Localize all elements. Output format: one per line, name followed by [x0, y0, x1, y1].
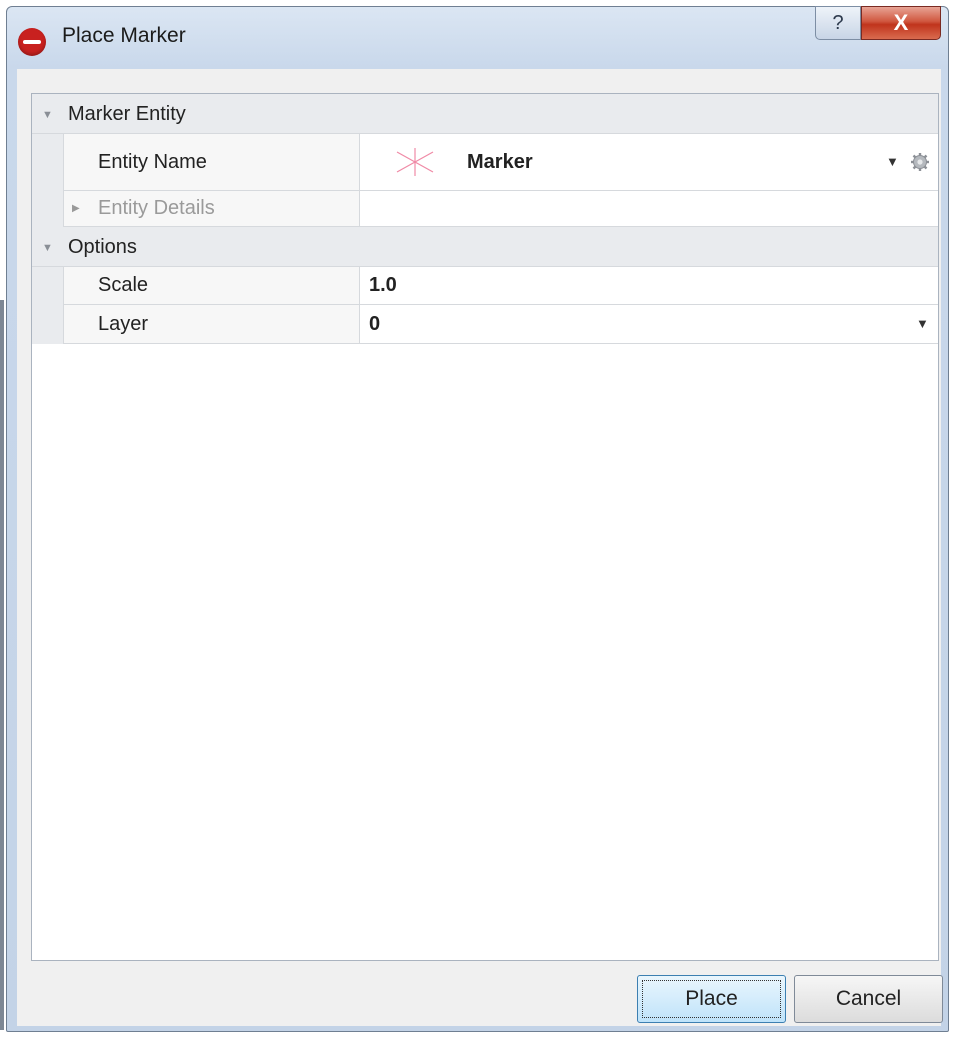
layer-value-select[interactable]: 0 [369, 305, 380, 343]
category-options[interactable]: ▼ Options [32, 227, 938, 267]
entity-details-label: Entity Details [98, 197, 215, 219]
help-button[interactable]: ? [815, 6, 861, 40]
row-gutter [32, 267, 63, 305]
cancel-button[interactable]: Cancel [794, 975, 943, 1023]
category-marker-entity[interactable]: ▼ Marker Entity [32, 94, 938, 134]
cancel-button-label: Cancel [835, 987, 902, 1010]
property-row-entity-name[interactable]: Entity Name Marker ▼ [32, 134, 938, 191]
row-gutter [32, 191, 63, 227]
collapse-triangle-icon[interactable]: ▼ [42, 227, 53, 269]
app-logo-icon [18, 28, 46, 56]
entity-name-label: Entity Name [98, 151, 207, 173]
row-gutter [32, 134, 63, 191]
value-cell [360, 191, 938, 227]
value-cell[interactable] [360, 267, 938, 305]
collapse-triangle-icon[interactable]: ▼ [42, 94, 53, 136]
title-bar[interactable]: Place Marker ? X [7, 6, 948, 69]
row-gutter [32, 305, 63, 344]
property-row-scale[interactable]: Scale 1.0 [32, 267, 938, 305]
property-row-entity-details[interactable]: ▶ Entity Details [32, 191, 938, 227]
dialog-client-area: ▼ Marker Entity Entity Name Marker ▼ ▶ E… [17, 69, 943, 1026]
property-row-layer[interactable]: Layer 0 ▼ [32, 305, 938, 344]
expand-triangle-icon[interactable]: ▶ [72, 191, 80, 226]
category-label: Options [68, 236, 137, 258]
dropdown-arrow-icon[interactable]: ▼ [886, 134, 899, 190]
marker-symbol-icon [396, 148, 434, 176]
settings-gear-icon[interactable] [910, 152, 930, 172]
value-cell[interactable] [360, 305, 938, 344]
scale-label: Scale [98, 274, 149, 296]
entity-name-value: Marker [467, 151, 533, 173]
property-grid: ▼ Marker Entity Entity Name Marker ▼ ▶ E… [31, 93, 939, 961]
place-marker-dialog: Place Marker ? X ▼ Marker Entity Entity … [6, 6, 949, 1032]
window-left-edge [0, 300, 4, 1030]
value-cell[interactable] [360, 134, 938, 191]
place-button-label: Place [685, 987, 738, 1010]
dropdown-arrow-icon[interactable]: ▼ [916, 305, 929, 343]
window-title: Place Marker [62, 24, 186, 47]
category-label: Marker Entity [68, 103, 186, 125]
close-button[interactable]: X [861, 6, 941, 40]
scale-value-input[interactable]: 1.0 [369, 267, 397, 304]
layer-label: Layer [98, 313, 149, 335]
place-button[interactable]: Place [637, 975, 786, 1023]
